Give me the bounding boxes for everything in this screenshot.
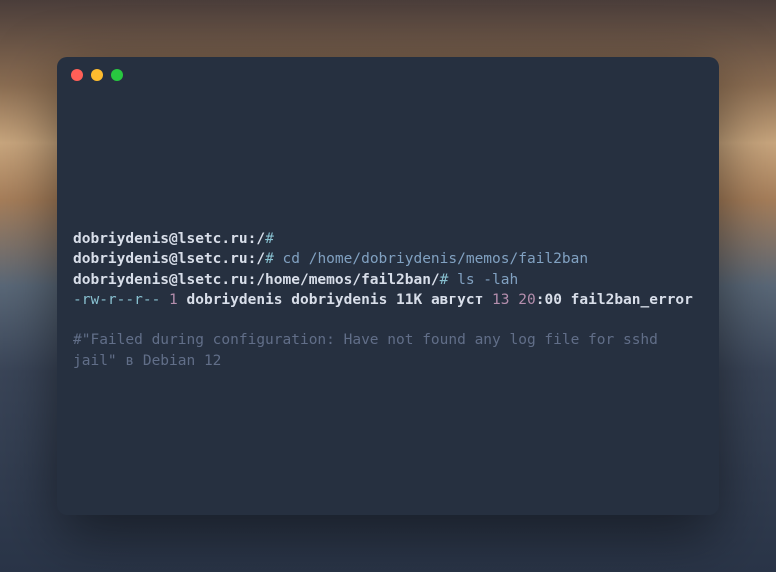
close-icon[interactable] — [71, 69, 83, 81]
terminal-content[interactable]: dobriydenis@lsetc.ru:/#dobriydenis@lsetc… — [57, 93, 719, 515]
file-time-min: 00 — [544, 292, 561, 308]
file-permissions: -rw-r--r-- — [73, 292, 160, 308]
prompt-text: dobriydenis@lsetc.ru:/home/memos/fail2ba… — [73, 272, 440, 288]
terminal-window: dobriydenis@lsetc.ru:/#dobriydenis@lsetc… — [57, 57, 719, 515]
terminal-line: #"Failed during configuration: Have not … — [73, 330, 703, 371]
terminal-line: -rw-r--r-- 1 dobriydenis dobriydenis 11K… — [73, 290, 703, 310]
link-count: 1 — [160, 292, 177, 308]
file-time-hour: 20 — [510, 292, 536, 308]
window-titlebar — [57, 57, 719, 93]
file-month: август — [422, 292, 483, 308]
command-text: ls -lah — [448, 272, 518, 288]
file-name: fail2ban_error — [562, 292, 693, 308]
minimize-icon[interactable] — [91, 69, 103, 81]
hash-symbol: # — [265, 231, 274, 247]
terminal-line: dobriydenis@lsetc.ru:/home/memos/fail2ba… — [73, 270, 703, 290]
owner-group: dobriydenis dobriydenis — [178, 292, 388, 308]
file-date: 13 — [483, 292, 509, 308]
prompt-text: dobriydenis@lsetc.ru:/ — [73, 231, 265, 247]
terminal-line: dobriydenis@lsetc.ru:/# cd /home/dobriyd… — [73, 249, 703, 269]
hash-symbol: # — [265, 251, 274, 267]
prompt-text: dobriydenis@lsetc.ru:/ — [73, 251, 265, 267]
maximize-icon[interactable] — [111, 69, 123, 81]
comment-text: #"Failed during configuration: Have not … — [73, 332, 667, 368]
command-text: cd /home/dobriydenis/memos/fail2ban — [274, 251, 588, 267]
blank-line — [73, 310, 703, 330]
file-size: 11K — [387, 292, 422, 308]
terminal-line: dobriydenis@lsetc.ru:/# — [73, 229, 703, 249]
